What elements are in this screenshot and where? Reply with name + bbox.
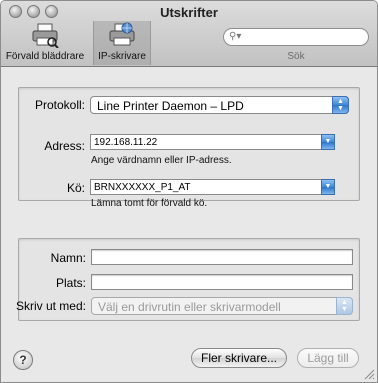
toolbar-default-browser-label: Förvald bläddrare [5,51,85,62]
help-button[interactable]: ? [13,350,33,370]
printer-details-group: Namn: Plats: Skriv ut med: Välj en drivr… [16,238,360,321]
location-input[interactable] [92,276,352,290]
add-button[interactable]: Lägg till [297,348,359,368]
search-field[interactable]: ⚲▾ [223,28,369,46]
popup-arrows-icon: ▲ ▼ [336,297,353,315]
resize-grip-icon[interactable] [364,369,375,380]
name-field[interactable] [91,249,353,265]
more-printers-button[interactable]: Fler skrivare... [191,348,287,368]
toolbar-ip-printer-label: IP-skrivare [98,51,146,62]
globe-printer-icon [109,22,135,46]
search-icon: ⚲▾ [229,31,242,42]
search-input[interactable] [244,30,364,44]
location-label: Plats: [55,276,86,290]
queue-hint: Lämna tomt för förvald kö. [91,198,208,209]
print-using-value: Välj en drivrutin eller skrivarmodell [98,300,281,314]
location-field[interactable] [91,274,353,290]
titlebar-toolbar: Utskrifter Förvald bläddrare IP-skrivare [1,1,377,67]
address-hint: Ange värdnamn eller IP-adress. [91,155,232,166]
address-combobox[interactable]: ▼ [90,134,335,150]
address-input[interactable] [94,136,313,149]
name-label: Namn: [50,251,86,265]
toolbar-default-browser-button[interactable]: Förvald bläddrare [5,21,85,65]
popup-arrows-icon: ▲ ▼ [332,96,349,114]
connection-group: Protokoll: Line Printer Daemon – LPD ▲ ▼ … [18,87,360,209]
chevron-down-icon[interactable]: ▼ [321,179,335,195]
search-label: Sök [287,51,305,62]
protocol-popup[interactable]: Line Printer Daemon – LPD ▲ ▼ [90,96,349,114]
printer-browser-window: Utskrifter Förvald bläddrare IP-skrivare [0,0,378,383]
print-using-popup[interactable]: Välj en drivrutin eller skrivarmodell ▲ ▼ [91,297,353,315]
printer-icon [32,23,59,48]
toolbar-ip-printer-button[interactable]: IP-skrivare [93,21,151,65]
print-using-label: Skriv ut med: [15,299,86,313]
chevron-down-icon[interactable]: ▼ [321,134,335,150]
queue-combobox[interactable]: ▼ [90,179,335,195]
protocol-label: Protokoll: [34,98,85,112]
queue-label: Kö: [66,181,85,195]
protocol-value: Line Printer Daemon – LPD [97,99,244,113]
queue-input[interactable] [94,181,313,194]
name-input[interactable] [92,251,352,265]
address-label: Adress: [44,139,85,153]
window-title: Utskrifter [160,5,218,20]
